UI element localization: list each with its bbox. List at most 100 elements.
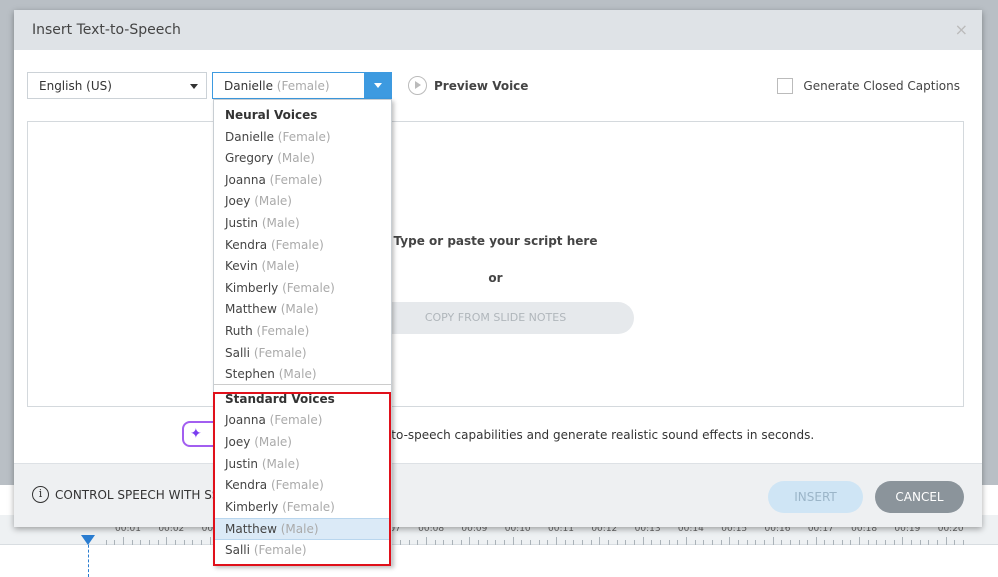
language-select[interactable]: English (US) (27, 72, 207, 99)
timeline-tick (885, 540, 887, 545)
voice-select[interactable]: Danielle (Female) (212, 72, 392, 99)
timeline-tick (798, 540, 800, 545)
voice-option[interactable]: Justin (Male) (214, 213, 391, 235)
timeline-tick (815, 537, 817, 545)
playhead-handle[interactable] (81, 535, 95, 545)
voice-option[interactable]: Matthew (Male) (214, 299, 391, 321)
voice-option[interactable]: Stephen (Male) (214, 364, 391, 386)
ai-banner-text: ext-to-speech capabilities and generate … (368, 428, 815, 442)
timeline-tick (867, 540, 869, 545)
or-label: or (488, 271, 503, 285)
closed-captions-label: Generate Closed Captions (803, 79, 960, 93)
timeline-tick (893, 540, 895, 545)
copy-from-slide-notes-button[interactable]: COPY FROM SLIDE NOTES (357, 302, 634, 334)
preview-label: Preview Voice (434, 78, 529, 93)
timeline-tick (963, 540, 965, 545)
voice-option-name: Kevin (225, 259, 258, 274)
voice-option[interactable]: Danielle (Female) (214, 127, 391, 149)
timeline-tick (694, 540, 696, 545)
timeline-tick (737, 540, 739, 545)
timeline-tick (668, 540, 670, 545)
voice-option-name: Justin (225, 216, 259, 230)
group-divider (214, 383, 391, 385)
timeline-tick (729, 537, 731, 545)
timeline-tick (460, 540, 462, 545)
timeline-tick (114, 540, 116, 545)
voice-option-name: Gregory (225, 151, 274, 166)
timeline-tick (495, 540, 497, 545)
timeline-tick (720, 540, 722, 545)
cancel-button[interactable]: CANCEL (875, 481, 964, 513)
timeline-tick (763, 540, 765, 545)
voice-option-gender: (Female) (282, 280, 335, 295)
voice-option-gender: (Female) (269, 172, 323, 187)
timeline-tick (633, 540, 635, 545)
voice-option[interactable]: Joey (Male) (214, 191, 391, 213)
voice-option-gender: (Male) (278, 367, 317, 382)
voice-dropdown-button[interactable] (364, 72, 392, 99)
timeline-tick (538, 540, 540, 545)
timeline-tick (452, 540, 454, 545)
voice-option[interactable]: Kendra (Female) (214, 235, 391, 257)
timeline-tick (781, 540, 783, 545)
voice-option-gender: (Female) (253, 345, 307, 360)
voice-option-gender: (Male) (261, 259, 300, 274)
voice-option-gender: (Female) (271, 237, 324, 252)
voice-option[interactable]: Gregory (Male) (214, 148, 391, 170)
timeline-tick (140, 540, 142, 545)
voice-option-name: Ruth (225, 324, 253, 338)
timeline-tick (711, 540, 713, 545)
voice-option-name: Kimberly (225, 280, 279, 295)
timeline-tick (625, 540, 627, 545)
script-editor[interactable]: Type or paste your script here or COPY F… (27, 121, 964, 407)
timeline-tick (902, 537, 904, 545)
timeline-tick (824, 540, 826, 545)
timeline-tick (651, 540, 653, 545)
chevron-down-icon (190, 84, 198, 89)
info-icon: i (32, 486, 49, 503)
timeline-tick (937, 540, 939, 545)
preview-voice-button[interactable]: Preview Voice (408, 76, 528, 95)
timeline-tick (426, 537, 428, 545)
voice-gender: (Female) (276, 79, 330, 93)
voice-option-name: Matthew (225, 302, 277, 317)
insert-button[interactable]: INSERT (768, 481, 863, 513)
timeline-tick (547, 540, 549, 545)
timeline-tick (850, 540, 852, 545)
dialog-footer: i CONTROL SPEECH WITH SSML INSERT CANCEL (14, 463, 982, 527)
close-icon[interactable]: × (955, 20, 968, 39)
chevron-down-icon (374, 83, 382, 88)
play-icon (408, 76, 427, 95)
voice-option[interactable]: Kevin (Male) (214, 256, 391, 278)
checkbox-icon[interactable] (777, 78, 794, 94)
timeline-tick (772, 537, 774, 545)
voice-name: Danielle (224, 79, 273, 93)
voice-option-name: Joey (225, 194, 251, 209)
timeline-tick (859, 537, 861, 545)
voice-option[interactable]: Joanna (Female) (214, 170, 391, 192)
timeline-tick (504, 540, 506, 545)
timeline-tick (192, 540, 194, 545)
voice-option[interactable]: Ruth (Female) (214, 321, 391, 343)
timeline-tick (876, 540, 878, 545)
timeline-tick (183, 540, 185, 545)
timeline-tick (607, 540, 609, 545)
timeline-tick (677, 540, 679, 545)
highlight-box-standard-voices (213, 392, 391, 566)
timeline-tick (746, 540, 748, 545)
voice-option-name: Stephen (225, 367, 275, 382)
timeline-tick (642, 537, 644, 545)
timeline-tick (556, 537, 558, 545)
timeline-tick (209, 537, 211, 545)
timeline-tick (616, 540, 618, 545)
voice-option[interactable]: Salli (Female) (214, 343, 391, 365)
voice-option-name: Danielle (225, 129, 274, 144)
voice-option-name: Salli (225, 345, 250, 360)
voice-option-gender: (Male) (277, 151, 315, 166)
voice-option[interactable]: Kimberly (Female) (214, 278, 391, 300)
timeline-tick (685, 537, 687, 545)
closed-captions-checkbox[interactable]: Generate Closed Captions (777, 78, 960, 94)
ssml-link[interactable]: i CONTROL SPEECH WITH SSML (32, 486, 237, 503)
timeline-tick (582, 540, 583, 545)
timeline-tick (408, 540, 410, 545)
